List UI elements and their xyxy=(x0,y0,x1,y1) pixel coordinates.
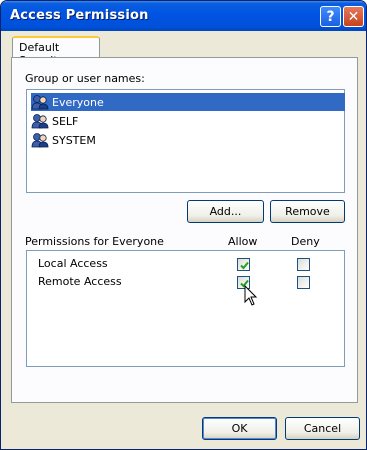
remove-button-label: Remove xyxy=(285,205,330,218)
remove-button[interactable]: Remove xyxy=(270,200,345,223)
group-names-label: Group or user names: xyxy=(25,72,145,85)
cancel-button[interactable]: Cancel xyxy=(285,417,360,440)
close-icon: ✕ xyxy=(347,8,360,25)
help-button[interactable]: ? xyxy=(320,6,341,27)
help-icon: ? xyxy=(326,8,335,25)
tab-panel: Group or user names: Everyone SELF SYSTE… xyxy=(11,57,358,403)
permissions-list: Local Access Remote Access xyxy=(26,250,345,367)
permission-remote-access-label: Remote Access xyxy=(38,275,122,288)
check-icon xyxy=(240,261,249,270)
close-button[interactable]: ✕ xyxy=(343,6,364,27)
permission-local-access-label: Local Access xyxy=(38,257,108,270)
tab-default-security[interactable]: Default Security xyxy=(12,36,100,67)
allow-column-label: Allow xyxy=(228,235,258,248)
user-group-icon xyxy=(31,114,49,129)
user-group-icon xyxy=(31,95,49,110)
ok-button[interactable]: OK xyxy=(202,417,277,440)
list-item-system[interactable]: SYSTEM xyxy=(31,131,345,149)
add-button-label: Add... xyxy=(209,205,242,218)
group-user-list[interactable]: Everyone SELF SYSTEM xyxy=(26,89,345,193)
permissions-header-label: Permissions for Everyone xyxy=(25,235,164,248)
ok-button-label: OK xyxy=(231,422,248,435)
deny-column-label: Deny xyxy=(291,235,320,248)
add-button[interactable]: Add... xyxy=(187,200,264,223)
remote-access-deny-checkbox[interactable] xyxy=(297,276,310,289)
title-bar[interactable]: Access Permission ? ✕ xyxy=(1,1,366,31)
access-permission-dialog: Access Permission ? ✕ Default Security G… xyxy=(0,0,367,450)
list-item-label: SELF xyxy=(52,114,79,128)
cancel-button-label: Cancel xyxy=(303,422,342,435)
window-title: Access Permission xyxy=(10,8,149,23)
list-item-self[interactable]: SELF xyxy=(31,112,345,130)
list-item-label: SYSTEM xyxy=(52,133,96,147)
local-access-deny-checkbox[interactable] xyxy=(297,258,310,271)
list-item-label: Everyone xyxy=(52,95,104,109)
local-access-allow-checkbox[interactable] xyxy=(237,258,250,271)
user-group-icon xyxy=(31,133,49,148)
list-item-everyone[interactable]: Everyone xyxy=(31,93,345,111)
mouse-cursor-icon xyxy=(244,285,258,306)
